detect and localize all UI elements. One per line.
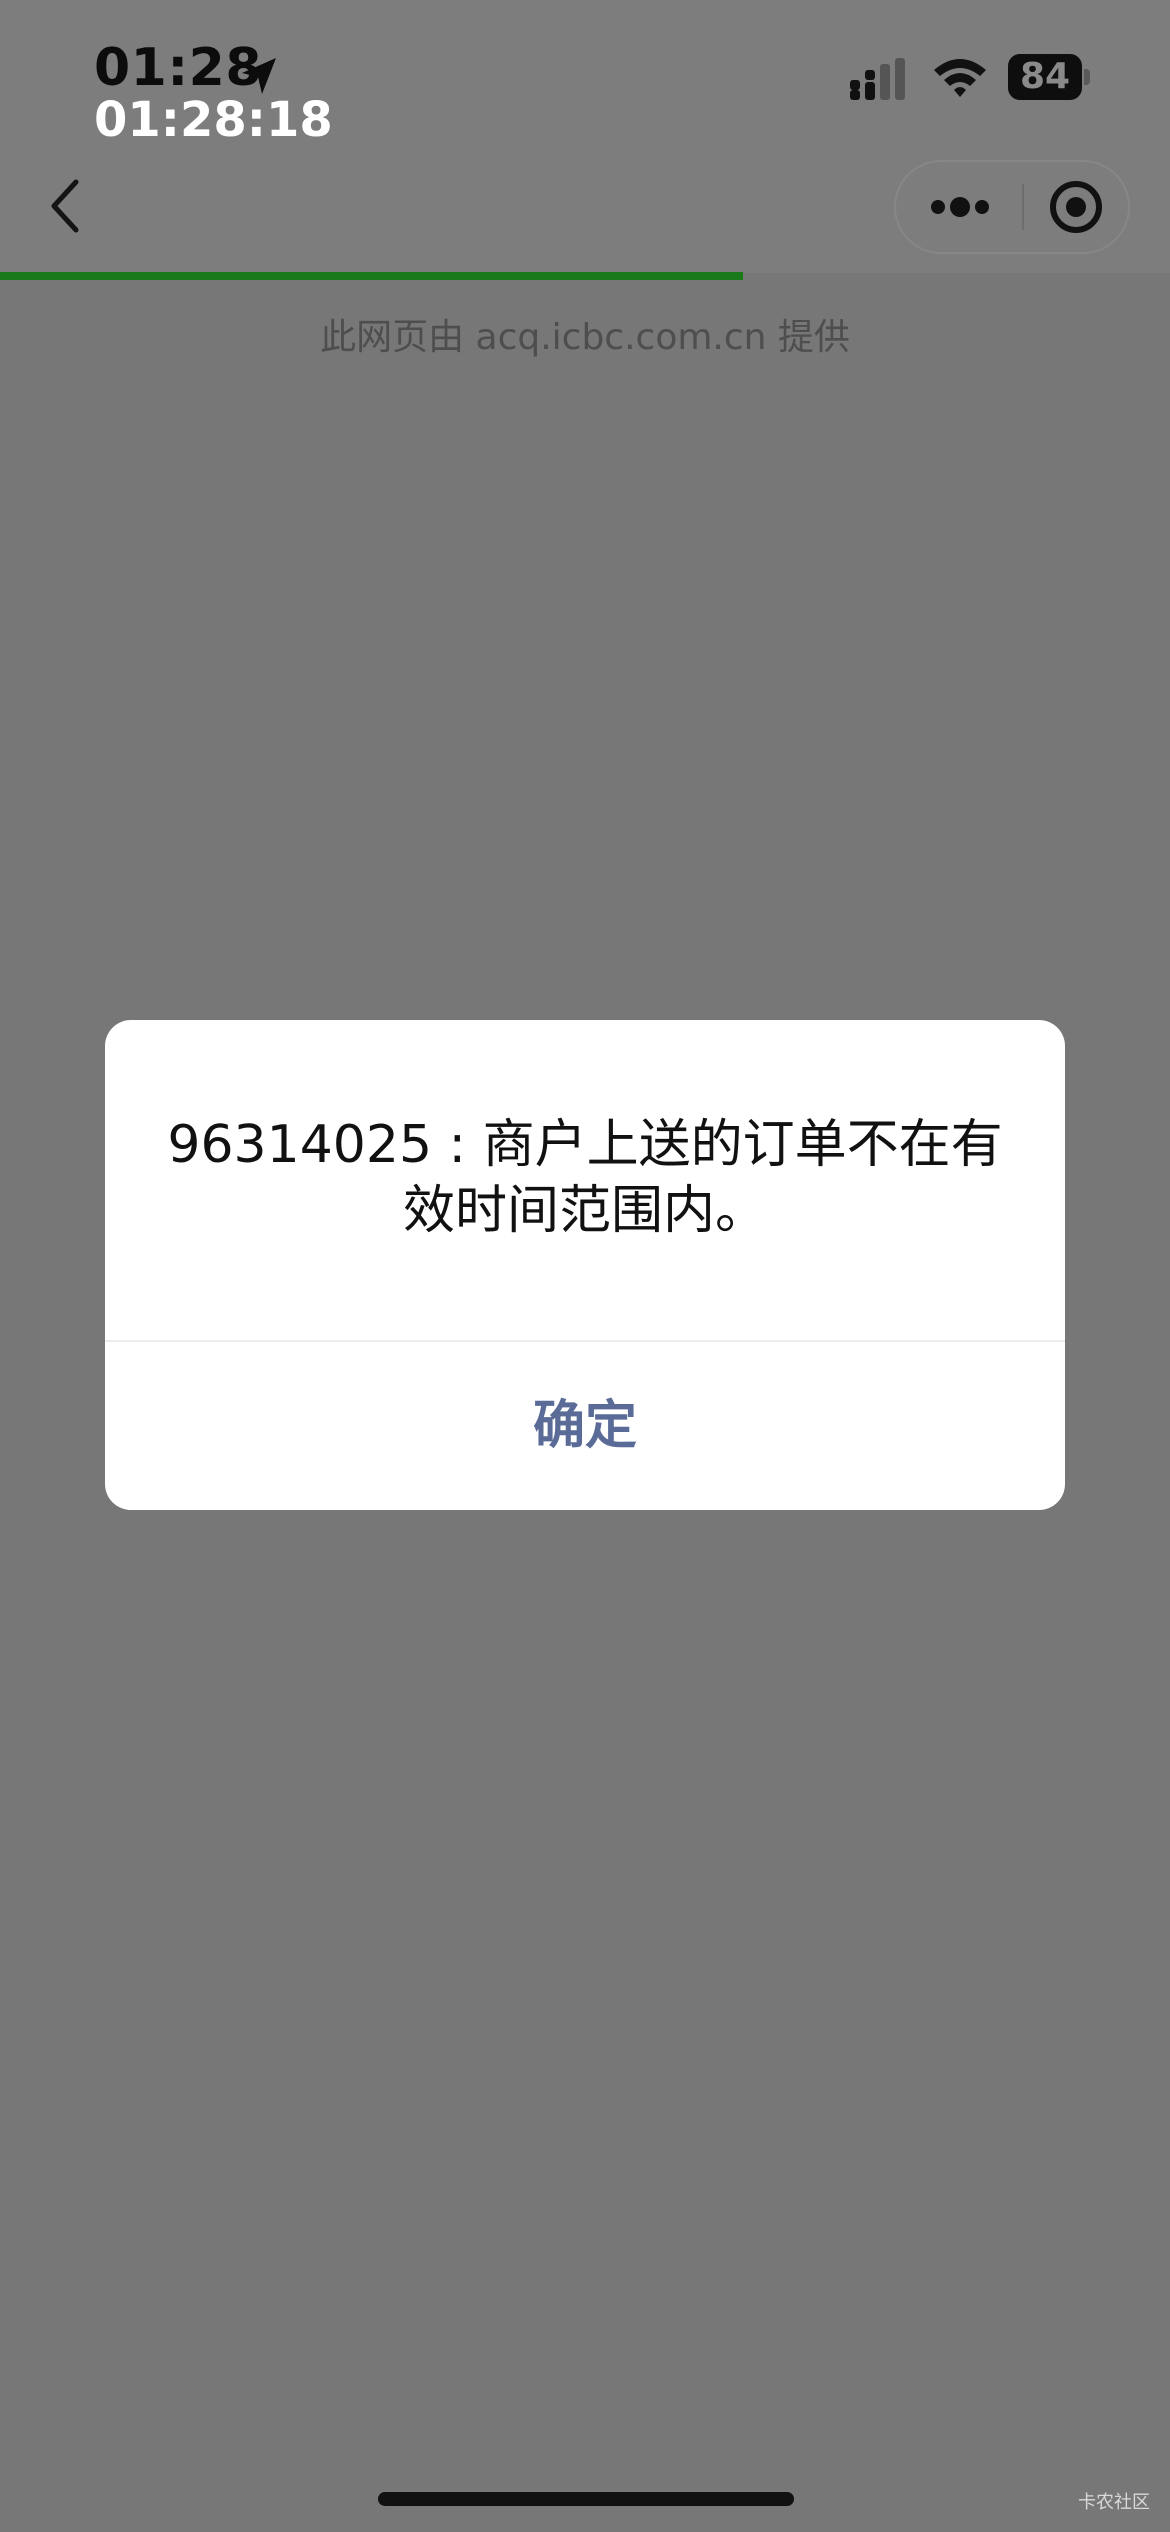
page-load-progress [0,272,1170,280]
close-target-icon[interactable] [1024,162,1130,252]
alert-dialog: 96314025 : 商户上送的订单不在有效时间范围内。 确定 [105,1020,1065,1510]
battery-icon: 84 [1008,54,1090,100]
provider-notice: 此网页由 acq.icbc.com.cn 提供 [320,317,850,358]
battery-level: 84 [1019,56,1071,97]
more-dots-icon[interactable] [896,162,1024,252]
confirm-button[interactable]: 确定 [105,1342,1065,1510]
top-bar: 01:28 01:28:18 84 [0,0,1170,273]
dialog-message: 96314025 : 商户上送的订单不在有效时间范围内。 [167,1115,1003,1241]
wifi-icon [934,59,986,97]
progress-fill [0,272,743,280]
seconds-clock: 01:28:18 [94,92,333,148]
menu-capsule [894,160,1130,254]
home-indicator[interactable] [378,2492,794,2506]
back-chevron-icon[interactable] [40,172,92,240]
cellular-signal-icon [850,58,905,100]
watermark: 卡农社区 [1078,2492,1150,2513]
